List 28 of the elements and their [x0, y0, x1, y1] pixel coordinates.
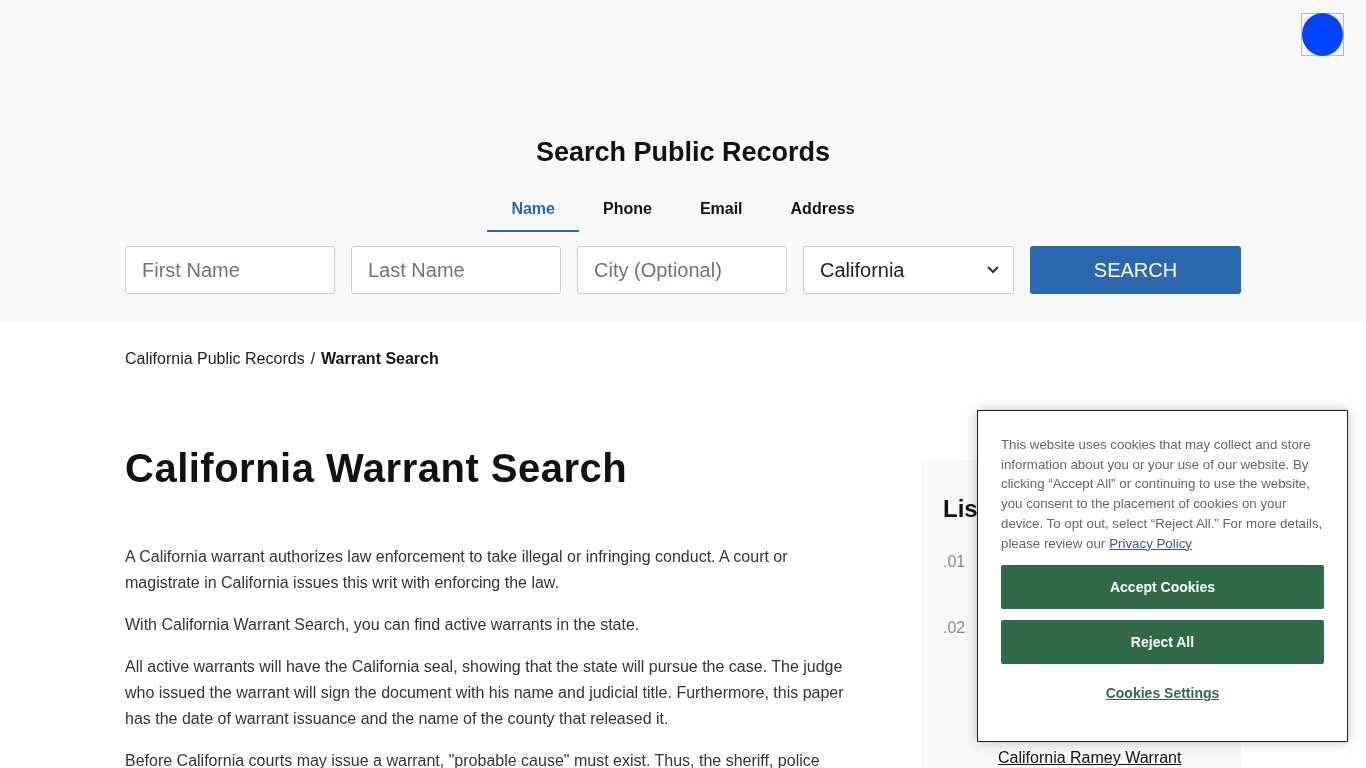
reject-button[interactable]: Reject All [1001, 620, 1324, 665]
breadcrumb-item[interactable]: California Public Records [125, 350, 305, 368]
sidebar-title: Lis [943, 495, 978, 523]
cookie-settings-link[interactable]: Cookies Settings [1099, 684, 1226, 703]
search-tab[interactable]: Address [766, 191, 879, 232]
paragraph: With California Warrant Search, you can find active warrants in the state. [125, 615, 641, 635]
chevron-icon [987, 266, 999, 274]
breadcrumb-separator: / [310, 350, 316, 368]
accept-button[interactable]: Accept Cookies [1001, 565, 1324, 610]
input-field[interactable]: First Name [125, 246, 335, 294]
search-tab[interactable]: Name [487, 191, 579, 232]
state-dropdown[interactable]: California [803, 246, 1014, 294]
privacy-policy-link[interactable]: Privacy Policy [1109, 535, 1192, 551]
avatar-icon[interactable] [1301, 13, 1344, 56]
search-button[interactable]: SEARCH [1030, 246, 1241, 294]
sidebar-link[interactable]: California Ramey Warrant [998, 749, 1182, 767]
list-number: .01 [943, 553, 966, 571]
input-field[interactable]: Last Name [351, 246, 561, 294]
paragraph: All active warrants will have the California seal, showing that the state will pursue the case. The judge who issued the warrant will sign the document with his name and judicial title. Furthermore, this paper has the date of warrant issuance and the name of the county that released it. [125, 657, 845, 729]
paragraph: A California warrant authorizes law enforcement to take illegal or infringing conduct. A court or magistrate in California issues this writ with enforcing the law. [125, 547, 789, 593]
cookie-text: This website uses cookies that may collect and store information about you or your use of our website. By clicking “Accept All” or continuing to use the website, you consent to the placement of cookies on your device. To opt out, select “Reject All.” For more details, please review our Privacy Policy [1001, 436, 1324, 553]
list-number: .02 [943, 619, 966, 637]
search-title: Search Public Records [535, 137, 831, 168]
search-tab[interactable]: Phone [579, 191, 676, 232]
page-title: California Warrant Search [125, 448, 629, 488]
search-tab[interactable]: Email [675, 191, 767, 232]
breadcrumb-item: Warrant Search [321, 350, 439, 368]
input-field[interactable]: City (Optional) [577, 246, 787, 294]
